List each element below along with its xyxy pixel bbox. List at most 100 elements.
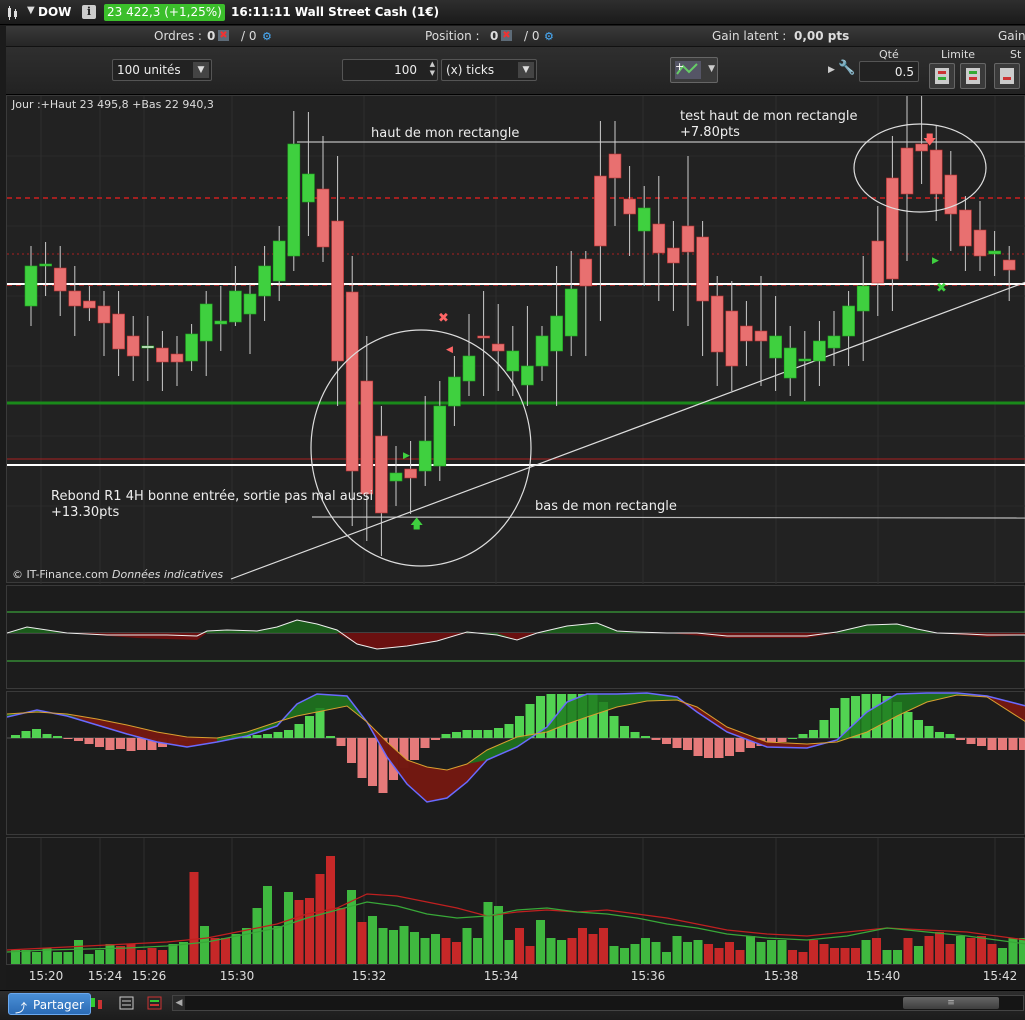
scroll-left-icon[interactable]: ◀ <box>173 996 185 1010</box>
candlestick-chart-icon[interactable] <box>6 5 22 21</box>
buy-limit-button[interactable] <box>929 63 955 89</box>
candle-body <box>156 347 169 363</box>
macd-chart[interactable] <box>6 692 1025 836</box>
sell-arrow-icon[interactable]: 🡇 <box>923 133 936 148</box>
volume-bar <box>830 948 839 964</box>
candle-body <box>594 175 607 247</box>
macd-bar <box>263 734 272 738</box>
expand-arrow-icon[interactable]: ▶ <box>828 65 835 75</box>
cancel-orders-icon[interactable]: ✖ <box>218 30 229 41</box>
entry-marker-icon: ▶ <box>932 256 939 266</box>
chevron-down-icon[interactable]: ▼ <box>708 64 715 74</box>
volume-bar <box>231 934 241 964</box>
candle-body <box>68 290 82 307</box>
macd-bar <box>662 738 671 744</box>
macd-bar <box>914 720 923 738</box>
oscillator-chart[interactable] <box>6 586 1025 690</box>
annotation-rebound-1[interactable]: Rebond R1 4H bonne entrée, sortie pas ma… <box>51 489 373 504</box>
sell-limit-button[interactable] <box>960 63 986 89</box>
share-button[interactable]: ⤴ Partager <box>8 993 91 1015</box>
macd-bar <box>777 738 787 742</box>
volume-bar <box>798 952 808 964</box>
annotation-bottom-rect[interactable]: bas de mon rectangle <box>535 499 677 514</box>
ticks-select[interactable]: (x) ticks ▼ <box>441 59 537 81</box>
candle-body <box>360 380 374 495</box>
test-top-circle[interactable] <box>853 123 987 213</box>
volume-chart[interactable] <box>6 838 1025 966</box>
macd-bar <box>945 734 955 738</box>
volume-bar <box>557 940 566 964</box>
gain-label: Gain latent : <box>712 29 787 43</box>
gear-icon[interactable]: ⚙ <box>544 30 554 43</box>
stop-button[interactable] <box>994 63 1020 89</box>
gear-icon[interactable]: ⚙ <box>262 30 272 43</box>
macd-bar <box>53 736 62 738</box>
annotation-rebound-2[interactable]: +13.30pts <box>51 505 119 520</box>
volume-bar <box>777 940 787 964</box>
exit-cross-icon[interactable]: ✖ <box>438 311 449 326</box>
chart-tools-button[interactable]: + ▼ <box>670 57 718 83</box>
buy-limit-icon <box>935 68 949 84</box>
candle-body <box>535 335 549 367</box>
buy-arrow-icon[interactable]: 🡅 <box>410 517 423 532</box>
chevron-down-icon[interactable]: ▼ <box>27 5 35 16</box>
candle-body <box>53 267 67 292</box>
volume-bar <box>840 948 850 964</box>
volume-bar <box>756 942 766 964</box>
candles-style-icon[interactable] <box>88 995 106 1011</box>
stepper-arrows-icon[interactable]: ▲ ▼ <box>430 60 435 78</box>
annotation-top-rect[interactable]: haut de mon rectangle <box>371 126 519 141</box>
candle-body <box>506 350 520 372</box>
symbol-label[interactable]: DOW <box>38 5 71 19</box>
price-chart-panel[interactable]: 🡅 ✖ ◀ ▶ 🡇 ✖ ▶ Jour :+Haut 23 495,8 +Bas … <box>6 95 1025 584</box>
volume-bar <box>767 940 776 964</box>
close-cross-icon[interactable]: ✖ <box>936 281 947 296</box>
macd-bar <box>95 738 104 747</box>
wrench-icon[interactable]: 🔧 <box>838 60 855 76</box>
share-icon: ⤴ <box>15 1001 28 1015</box>
macd-bar <box>74 738 83 741</box>
layout-icon[interactable] <box>118 995 136 1011</box>
macd-bar <box>473 730 482 738</box>
macd-bar <box>977 738 986 746</box>
candle-body <box>331 220 344 362</box>
gain-cut-label: Gain <box>998 29 1025 43</box>
candle-body <box>433 405 447 467</box>
chevron-down-icon[interactable]: ▼ <box>193 62 209 78</box>
chart-scrollbar[interactable]: ◀ ≡ <box>172 995 1024 1011</box>
qty-input[interactable]: 0.5 <box>859 61 919 82</box>
chevron-down-icon[interactable]: ▼ <box>518 62 534 78</box>
macd-bar <box>368 738 377 786</box>
volume-panel[interactable] <box>6 837 1025 966</box>
scroll-thumb[interactable]: ≡ <box>903 997 999 1009</box>
annotation-test-top-2[interactable]: +7.80pts <box>680 125 740 140</box>
candle-body <box>491 343 505 352</box>
candle-body <box>813 340 826 362</box>
info-icon[interactable]: i <box>82 5 96 19</box>
units-select[interactable]: 100 unités ▼ <box>112 59 212 81</box>
indicators-icon[interactable] <box>146 995 164 1011</box>
macd-panel[interactable] <box>6 691 1025 835</box>
volume-bar <box>126 944 136 964</box>
close-position-icon[interactable]: ✖ <box>501 30 512 41</box>
candle-body <box>696 236 709 302</box>
chart-tools-icon: + <box>675 60 701 79</box>
gain-value: 0,00 pts <box>794 29 850 43</box>
macd-bar <box>935 732 944 738</box>
oscillator-panel[interactable] <box>6 585 1025 689</box>
volume-bar <box>284 892 293 964</box>
volume-bar <box>525 946 535 964</box>
volume-bar <box>168 944 178 964</box>
volume-bar <box>1019 938 1025 964</box>
price-chart[interactable]: 🡅 ✖ ◀ ▶ 🡇 ✖ ▶ Jour :+Haut 23 495,8 +Bas … <box>7 96 1025 584</box>
volume-bar <box>420 938 430 964</box>
candle-body <box>448 376 461 407</box>
candle-body <box>112 313 125 350</box>
macd-bar <box>609 716 619 738</box>
position-value: 0 <box>490 29 499 43</box>
candle-body <box>871 240 885 284</box>
annotation-test-top-1[interactable]: test haut de mon rectangle <box>680 109 858 124</box>
ticks-stepper[interactable]: 100 ▲ ▼ <box>342 59 438 81</box>
macd-bar <box>693 738 703 756</box>
macd-bar <box>830 708 839 738</box>
